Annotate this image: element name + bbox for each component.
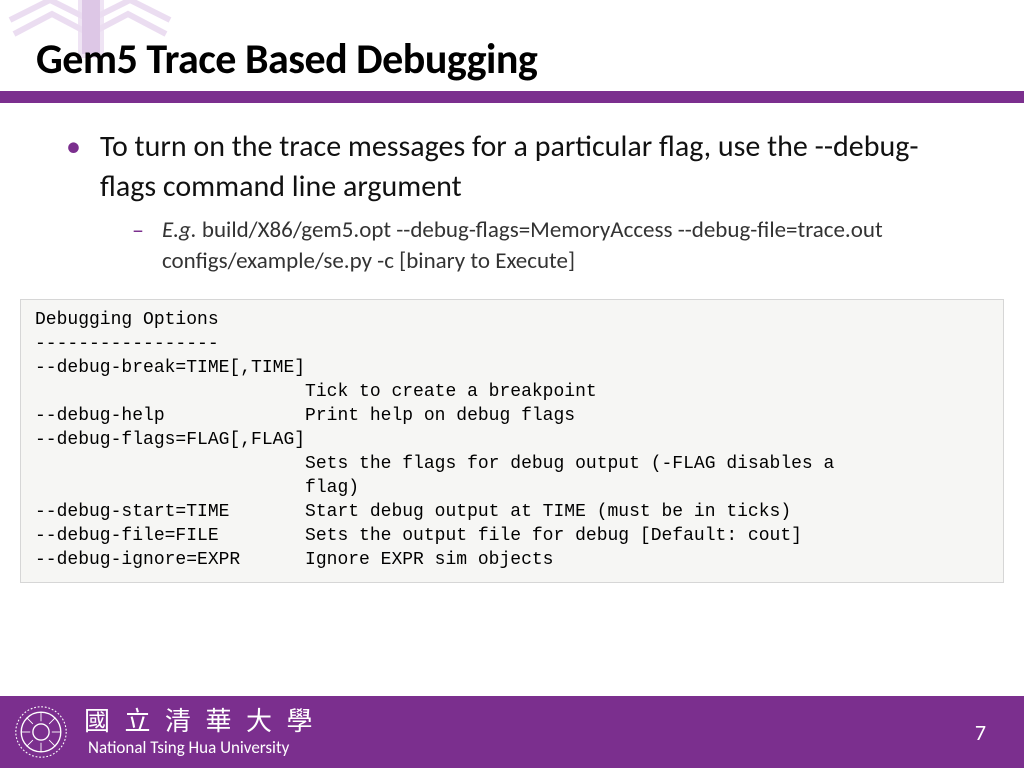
university-seal-icon [14,705,68,759]
bullet-text: To turn on the trace messages for a part… [100,127,964,207]
university-name-cn: 國 立 清 華 大 學 [84,709,317,735]
university-name-en: National Tsing Hua University [84,739,317,756]
slide-title: Gem5 Trace Based Debugging [36,34,1024,85]
footer-bar: 國 立 清 華 大 學 National Tsing Hua Universit… [0,696,1024,768]
content-area: • To turn on the trace messages for a pa… [0,103,1024,277]
sub-bullet-text: E.g. build/X86/gem5.opt --debug-flags=Me… [162,215,964,277]
example-command: build/X86/gem5.opt --debug-flags=MemoryA… [162,216,883,275]
sub-bullet-marker: – [132,215,162,247]
title-area: Gem5 Trace Based Debugging [0,0,1024,85]
title-underline [0,91,1024,103]
eg-label: E.g. [162,216,197,244]
bullet-marker: • [66,127,100,167]
code-block: Debugging Options ----------------- --de… [20,299,1004,583]
sub-bullet-item: – E.g. build/X86/gem5.opt --debug-flags=… [66,215,964,277]
bullet-item: • To turn on the trace messages for a pa… [66,127,964,207]
page-number: 7 [975,719,996,746]
university-name-block: 國 立 清 華 大 學 National Tsing Hua Universit… [84,709,317,756]
